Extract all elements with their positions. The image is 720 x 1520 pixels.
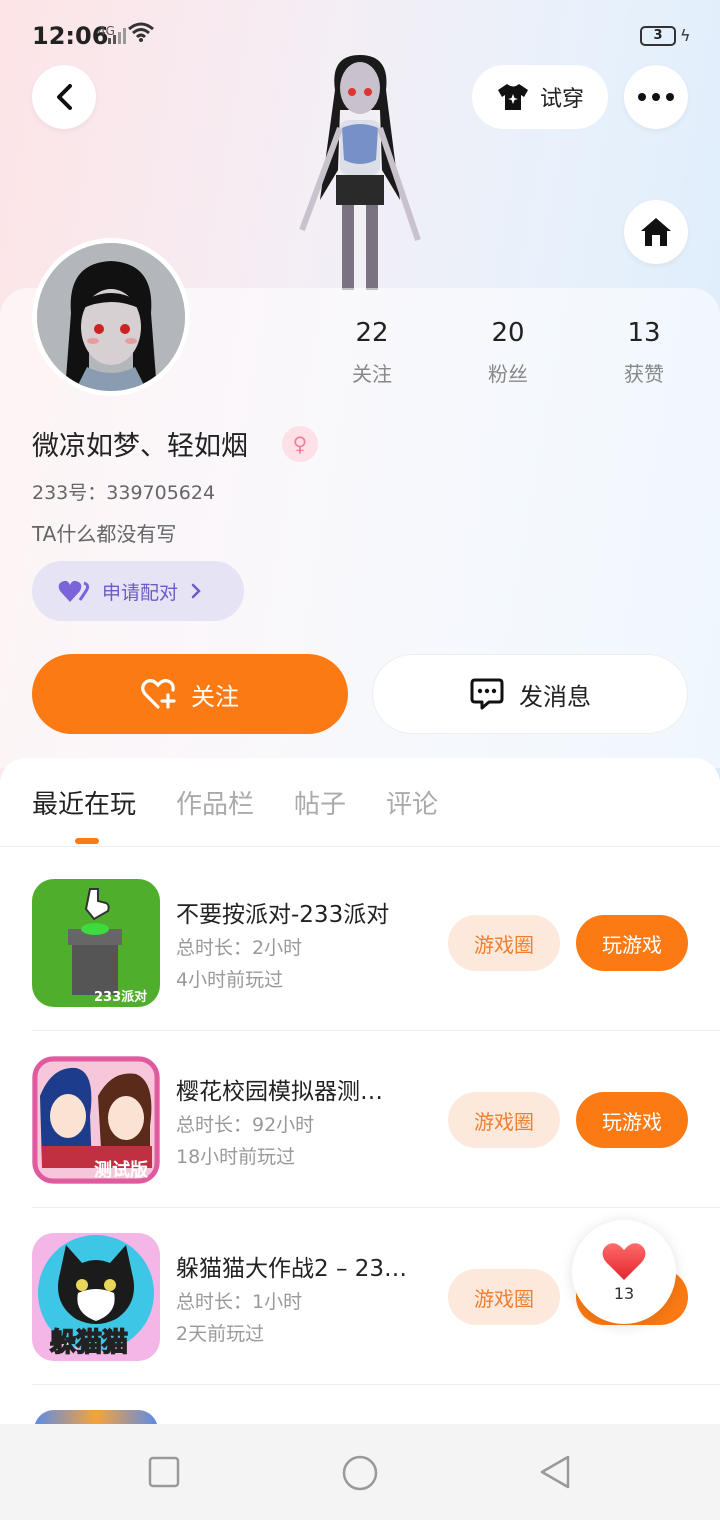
game-circle-button[interactable]: 游戏圈 (448, 915, 560, 971)
charging-icon: ϟ (680, 26, 691, 45)
active-tab-indicator (75, 838, 99, 844)
game-title: 樱花校园模拟器测… (176, 1079, 383, 1105)
status-time: 12:06 (32, 22, 109, 50)
game-row[interactable]: 测试版 樱花校园模拟器测… 总时长：92小时 18小时前玩过 游戏圈 玩游戏 (0, 1024, 720, 1201)
game-circle-button[interactable]: 游戏圈 (448, 1269, 560, 1325)
chat-bubble-icon (470, 678, 504, 710)
tab-works[interactable]: 作品栏 (176, 784, 254, 821)
bio: TA什么都没有写 (32, 522, 177, 546)
game-last-played: 18小时前玩过 (176, 1146, 296, 1168)
like-button[interactable]: 13 (572, 1220, 676, 1324)
game-icon-hide-cat: 躲猫猫 (32, 1233, 160, 1361)
stat-likes[interactable]: 13 获赞 (594, 318, 694, 387)
request-pair-label: 申请配对 (102, 581, 179, 604)
wifi-icon (128, 22, 154, 42)
back-button[interactable] (32, 65, 96, 129)
svg-text:躲猫猫: 躲猫猫 (50, 1328, 128, 1358)
nickname: 微凉如梦、轻如烟 (32, 431, 248, 462)
battery-indicator: 3 (640, 26, 676, 46)
system-navigation-bar (0, 1424, 720, 1520)
game-last-played: 2天前玩过 (176, 1323, 265, 1345)
home-icon (641, 218, 671, 246)
stat-following[interactable]: 22 关注 (322, 318, 422, 387)
tab-recently-played[interactable]: 最近在玩 (32, 784, 136, 821)
chevron-left-icon (57, 84, 72, 110)
game-title: 躲猫猫大作战2 – 23… (176, 1256, 408, 1282)
svg-text:233派对: 233派对 (94, 989, 147, 1005)
stat-followers-count: 20 (491, 318, 525, 348)
tab-posts[interactable]: 帖子 (294, 784, 346, 821)
follow-label: 关注 (191, 682, 239, 711)
home-nav-icon[interactable] (341, 1454, 379, 1492)
request-pair-button[interactable]: 申请配对 (32, 561, 244, 621)
game-title: 不要按派对-233派对 (176, 902, 390, 928)
heart-plus-icon (141, 678, 176, 709)
home-button[interactable] (624, 200, 688, 264)
game-icon-party: 233派对 (32, 879, 160, 1007)
more-dots-icon (638, 93, 674, 101)
back-nav-icon[interactable] (538, 1454, 574, 1490)
game-duration: 总时长：1小时 (176, 1291, 303, 1313)
game-duration: 总时长：92小时 (176, 1114, 315, 1136)
stat-followers-label: 粉丝 (488, 362, 528, 386)
content-panel: 最近在玩 作品栏 帖子 评论 233派对 不要按派对-233派对 总时长：2小时… (0, 758, 720, 1430)
game-circle-button[interactable]: 游戏圈 (448, 1092, 560, 1148)
svg-text:测试版: 测试版 (94, 1159, 148, 1181)
tab-comments[interactable]: 评论 (386, 784, 438, 821)
try-on-label: 试穿 (539, 87, 584, 112)
avatar-3d-figure (299, 55, 421, 290)
send-message-label: 发消息 (519, 682, 591, 711)
signal-icon (108, 28, 126, 44)
like-count: 13 (613, 1283, 635, 1303)
send-message-button[interactable]: 发消息 (372, 654, 688, 734)
game-row[interactable]: 233派对 不要按派对-233派对 总时长：2小时 4小时前玩过 游戏圈 玩游戏 (0, 847, 720, 1024)
game-duration: 总时长：2小时 (176, 937, 303, 959)
play-game-button[interactable]: 玩游戏 (576, 1092, 688, 1148)
try-on-button[interactable]: 试穿 (472, 65, 608, 129)
play-game-button[interactable]: 玩游戏 (576, 915, 688, 971)
shirt-icon (497, 84, 528, 110)
avatar[interactable] (32, 238, 190, 396)
stat-following-label: 关注 (352, 362, 392, 386)
recent-apps-icon[interactable] (148, 1456, 180, 1488)
follow-button[interactable]: 关注 (32, 654, 348, 734)
stat-following-count: 22 (355, 318, 389, 348)
tab-bar: 最近在玩 作品栏 帖子 评论 (32, 784, 438, 821)
double-heart-icon (58, 580, 90, 602)
chevron-right-icon (191, 583, 201, 599)
divider (32, 1384, 720, 1385)
stat-likes-label: 获赞 (624, 362, 664, 386)
heart-icon (602, 1242, 646, 1280)
game-icon-sakura: 测试版 (32, 1056, 160, 1184)
user-id: 233号：339705624 (32, 482, 216, 504)
game-last-played: 4小时前玩过 (176, 969, 284, 991)
more-options-button[interactable] (624, 65, 688, 129)
avatar-image (37, 243, 185, 391)
stat-likes-count: 13 (627, 318, 661, 348)
female-gender-icon: ♀ (282, 426, 318, 462)
stat-followers[interactable]: 20 粉丝 (458, 318, 558, 387)
